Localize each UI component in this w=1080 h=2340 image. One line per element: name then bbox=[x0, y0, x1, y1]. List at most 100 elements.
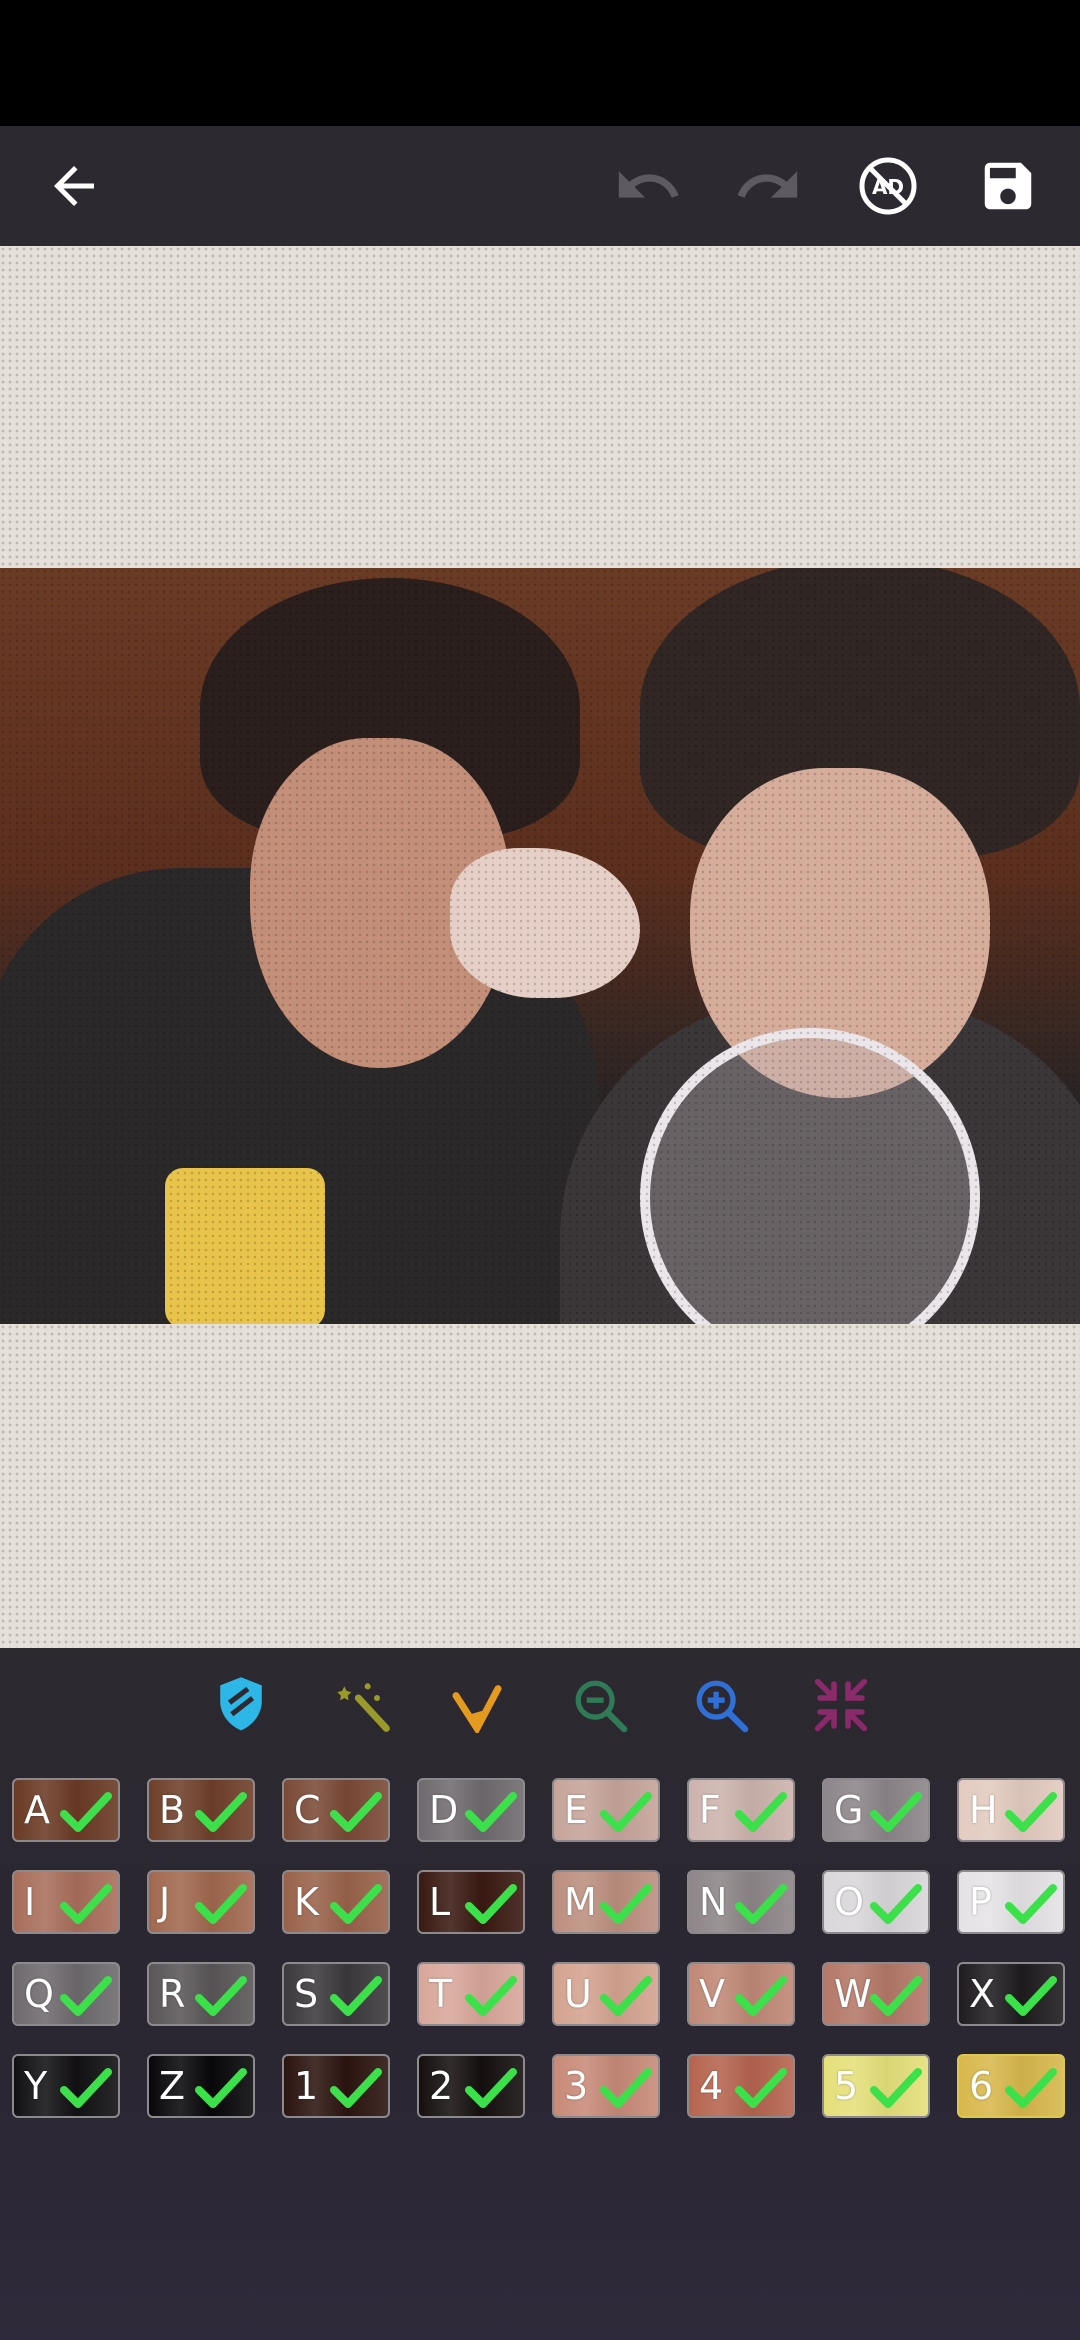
palette-color-label: S bbox=[294, 1972, 319, 2016]
checkmark-icon bbox=[870, 2068, 922, 2108]
top-toolbar: AD bbox=[0, 126, 1080, 246]
palette-color-z[interactable]: Z bbox=[147, 2054, 255, 2118]
palette-color-5[interactable]: 5 bbox=[822, 2054, 930, 2118]
checkmark-icon bbox=[330, 2068, 382, 2108]
checkmark-icon bbox=[600, 1792, 652, 1832]
palette-color-g[interactable]: G bbox=[822, 1778, 930, 1842]
palette-color-label: Y bbox=[24, 2064, 48, 2108]
palette-color-label: P bbox=[969, 1880, 992, 1924]
checkmark-icon bbox=[60, 2068, 112, 2108]
palette-color-label: W bbox=[834, 1972, 872, 2016]
palette-color-label: O bbox=[834, 1880, 864, 1924]
bottom-panel: A B C D E F G H I J K L M N O P Q R S T U V W X Y Z 1 2 3 4 5 6 bbox=[0, 1648, 1080, 2340]
save-icon bbox=[984, 162, 1032, 210]
palette-color-b[interactable]: B bbox=[147, 1778, 255, 1842]
palette-color-u[interactable]: U bbox=[552, 1962, 660, 2026]
back-arrow-icon bbox=[54, 166, 94, 206]
palette-color-a[interactable]: A bbox=[12, 1778, 120, 1842]
palette-color-h[interactable]: H bbox=[957, 1778, 1065, 1842]
palette-color-label: 6 bbox=[969, 2064, 994, 2108]
palette-color-w[interactable]: W bbox=[822, 1962, 930, 2026]
fill-tool-button[interactable] bbox=[442, 1670, 512, 1740]
checkmark-icon bbox=[465, 1792, 517, 1832]
palette-color-label: J bbox=[159, 1880, 171, 1924]
palette-color-v[interactable]: V bbox=[687, 1962, 795, 2026]
collapse-icon bbox=[814, 1678, 868, 1732]
palette-color-n[interactable]: N bbox=[687, 1870, 795, 1934]
checkmark-icon bbox=[195, 1976, 247, 2016]
palette-color-t[interactable]: T bbox=[417, 1962, 525, 2026]
palette-color-label: U bbox=[564, 1972, 592, 2016]
checkmark-icon bbox=[735, 1976, 787, 2016]
palette-color-label: E bbox=[564, 1788, 589, 1832]
checkmark-icon bbox=[1005, 1884, 1057, 1924]
checkmark-icon bbox=[600, 1884, 652, 1924]
palette-color-m[interactable]: M bbox=[552, 1870, 660, 1934]
palette-color-label: T bbox=[429, 1972, 453, 2016]
palette-color-1[interactable]: 1 bbox=[282, 2054, 390, 2118]
magic-wand-tool-button[interactable] bbox=[328, 1670, 398, 1740]
undo-button[interactable] bbox=[608, 146, 688, 226]
palette-color-3[interactable]: 3 bbox=[552, 2054, 660, 2118]
palette-color-label: K bbox=[294, 1880, 319, 1924]
status-bar bbox=[0, 0, 1080, 126]
checkmark-icon bbox=[1005, 2068, 1057, 2108]
palette-color-f[interactable]: F bbox=[687, 1778, 795, 1842]
zoom-out-button[interactable] bbox=[565, 1670, 635, 1740]
fit-screen-button[interactable] bbox=[806, 1670, 876, 1740]
undo-icon bbox=[618, 171, 679, 198]
checkmark-icon bbox=[60, 1884, 112, 1924]
palette-color-p[interactable]: P bbox=[957, 1870, 1065, 1934]
checkmark-icon bbox=[195, 2068, 247, 2108]
palette-color-label: I bbox=[24, 1880, 36, 1924]
palette-color-x[interactable]: X bbox=[957, 1962, 1065, 2026]
palette-color-label: 3 bbox=[564, 2064, 589, 2108]
save-button[interactable] bbox=[968, 146, 1048, 226]
palette-color-label: X bbox=[969, 1972, 996, 2016]
checkmark-icon bbox=[735, 2068, 787, 2108]
checkmark-icon bbox=[1005, 1976, 1057, 2016]
palette-color-i[interactable]: I bbox=[12, 1870, 120, 1934]
palette-color-o[interactable]: O bbox=[822, 1870, 930, 1934]
zoom-out-icon bbox=[575, 1680, 628, 1733]
palette-color-e[interactable]: E bbox=[552, 1778, 660, 1842]
palette-color-l[interactable]: L bbox=[417, 1870, 525, 1934]
redo-button[interactable] bbox=[728, 146, 808, 226]
checkmark-icon bbox=[195, 1884, 247, 1924]
palette-color-label: V bbox=[699, 1972, 725, 2016]
shield-tool-button[interactable] bbox=[206, 1670, 276, 1740]
palette-color-q[interactable]: Q bbox=[12, 1962, 120, 2026]
palette-color-label: R bbox=[159, 1972, 186, 2016]
palette-color-2[interactable]: 2 bbox=[417, 2054, 525, 2118]
palette-color-c[interactable]: C bbox=[282, 1778, 390, 1842]
palette-color-k[interactable]: K bbox=[282, 1870, 390, 1934]
palette-color-r[interactable]: R bbox=[147, 1962, 255, 2026]
zoom-in-button[interactable] bbox=[686, 1670, 756, 1740]
palette-color-j[interactable]: J bbox=[147, 1870, 255, 1934]
palette-color-label: Q bbox=[24, 1972, 54, 2016]
checkmark-icon bbox=[1005, 1792, 1057, 1832]
palette-color-d[interactable]: D bbox=[417, 1778, 525, 1842]
checkmark-icon bbox=[465, 1976, 517, 2016]
checkmark-icon bbox=[330, 1792, 382, 1832]
remove-ads-button[interactable]: AD bbox=[848, 146, 928, 226]
checkmark-icon bbox=[735, 1884, 787, 1924]
palette-color-label: Z bbox=[159, 2064, 186, 2108]
checkmark-icon bbox=[60, 1792, 112, 1832]
checkmark-icon bbox=[870, 1884, 922, 1924]
no-ads-icon: AD bbox=[859, 157, 917, 215]
zoom-in-icon bbox=[696, 1680, 749, 1733]
palette-color-label: N bbox=[699, 1880, 728, 1924]
palette-color-label: H bbox=[969, 1788, 998, 1832]
checkmark-icon bbox=[195, 1792, 247, 1832]
checkmark-icon bbox=[870, 1976, 922, 2016]
palette-color-y[interactable]: Y bbox=[12, 2054, 120, 2118]
palette-color-4[interactable]: 4 bbox=[687, 2054, 795, 2118]
palette-color-s[interactable]: S bbox=[282, 1962, 390, 2026]
cross-stitch-picture[interactable] bbox=[0, 568, 1080, 1324]
checkmark-icon bbox=[870, 1792, 922, 1832]
checkmark-icon bbox=[330, 1884, 382, 1924]
back-button[interactable] bbox=[34, 146, 114, 226]
checkmark-icon bbox=[735, 1792, 787, 1832]
palette-color-6[interactable]: 6 bbox=[957, 2054, 1065, 2118]
